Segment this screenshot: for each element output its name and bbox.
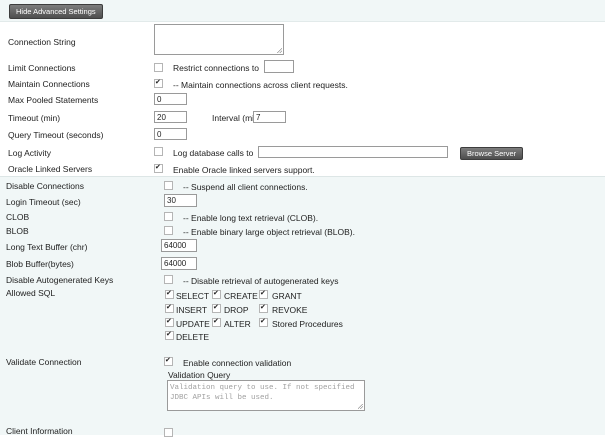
limit-connections-label: Limit Connections [8, 63, 76, 73]
oracle-linked-servers-desc: Enable Oracle linked servers support. [173, 165, 315, 175]
sql-create-checkbox[interactable] [212, 290, 221, 299]
oracle-linked-servers-checkbox[interactable] [154, 164, 163, 173]
sql-revoke-label: REVOKE [272, 305, 308, 315]
validate-connection-desc: Enable connection validation [183, 358, 292, 368]
blob-label: BLOB [6, 226, 29, 236]
restrict-connections-input[interactable] [264, 60, 294, 73]
log-activity-label: Log Activity [8, 148, 51, 158]
sql-stored-procedures-label: Stored Procedures [272, 319, 343, 329]
sql-stored-procedures-checkbox[interactable] [259, 318, 268, 327]
hide-advanced-settings-button[interactable]: Hide Advanced Settings [9, 4, 103, 19]
client-information-label: Client Information [6, 426, 73, 436]
disable-connections-label: Disable Connections [6, 181, 84, 191]
clob-checkbox[interactable] [164, 212, 173, 221]
blob-buffer-input[interactable]: 64000 [161, 257, 197, 270]
sql-grant-checkbox[interactable] [259, 290, 268, 299]
long-text-buffer-input[interactable]: 64000 [161, 239, 197, 252]
limit-connections-checkbox[interactable] [154, 63, 163, 72]
long-text-buffer-label: Long Text Buffer (chr) [6, 242, 88, 252]
sql-delete-checkbox[interactable] [165, 331, 174, 340]
timeout-label: Timeout (min) [8, 113, 61, 123]
blob-desc: -- Enable binary large object retrieval … [183, 227, 355, 237]
sql-insert-label: INSERT [176, 305, 208, 315]
sql-select-label: SELECT [176, 291, 210, 301]
sql-drop-label: DROP [224, 305, 249, 315]
blob-buffer-label: Blob Buffer(bytes) [6, 259, 74, 269]
allowed-sql-label: Allowed SQL [6, 288, 56, 298]
blob-checkbox[interactable] [164, 226, 173, 235]
connection-string-textarea[interactable] [154, 24, 284, 55]
sql-grant-label: GRANT [272, 291, 302, 301]
sql-delete-label: DELETE [176, 332, 210, 342]
clob-desc: -- Enable long text retrieval (CLOB). [183, 213, 319, 223]
disable-connections-checkbox[interactable] [164, 181, 173, 190]
oracle-linked-servers-label: Oracle Linked Servers [8, 164, 93, 174]
validation-query-label: Validation Query [168, 370, 231, 380]
sql-select-checkbox[interactable] [165, 290, 174, 299]
disable-autogenerated-keys-desc: -- Disable retrieval of autogenerated ke… [183, 276, 339, 286]
timeout-input[interactable]: 20 [154, 111, 187, 123]
login-timeout-input[interactable]: 30 [164, 194, 197, 207]
query-timeout-label: Query Timeout (seconds) [8, 130, 104, 140]
sql-alter-checkbox[interactable] [212, 318, 221, 327]
maintain-connections-desc: -- Maintain connections across client re… [173, 80, 348, 90]
sql-revoke-checkbox[interactable] [259, 304, 268, 313]
validate-connection-checkbox[interactable] [164, 357, 173, 366]
sql-drop-checkbox[interactable] [212, 304, 221, 313]
browse-server-button[interactable]: Browse Server [460, 147, 524, 160]
sql-create-label: CREATE [224, 291, 258, 301]
interval-input[interactable]: 7 [253, 111, 286, 123]
maintain-connections-label: Maintain Connections [8, 79, 90, 89]
sql-alter-label: ALTER [224, 319, 251, 329]
log-file-path-input[interactable] [258, 146, 448, 158]
disable-autogenerated-keys-checkbox[interactable] [164, 275, 173, 284]
connection-string-label: Connection String [8, 37, 76, 47]
maintain-connections-checkbox[interactable] [154, 79, 163, 88]
sql-update-label: UPDATE [176, 319, 210, 329]
validation-query-textarea[interactable]: Validation query to use. If not specifie… [167, 380, 365, 411]
login-timeout-label: Login Timeout (sec) [6, 197, 81, 207]
resize-grip-icon[interactable] [277, 48, 282, 53]
max-pooled-statements-label: Max Pooled Statements [8, 95, 99, 105]
sql-insert-checkbox[interactable] [165, 304, 174, 313]
disable-autogenerated-keys-label: Disable Autogenerated Keys [6, 275, 114, 285]
query-timeout-input[interactable]: 0 [154, 128, 187, 140]
log-activity-checkbox[interactable] [154, 147, 163, 156]
resize-grip-icon[interactable] [358, 404, 363, 409]
sql-update-checkbox[interactable] [165, 318, 174, 327]
log-database-calls-label: Log database calls to [173, 148, 254, 158]
clob-label: CLOB [6, 212, 30, 222]
max-pooled-statements-input[interactable]: 0 [154, 93, 187, 105]
validate-connection-label: Validate Connection [6, 357, 82, 367]
disable-connections-desc: -- Suspend all client connections. [183, 182, 308, 192]
client-information-checkbox[interactable] [164, 428, 173, 437]
top-bar: Hide Advanced Settings [0, 0, 605, 22]
restrict-connections-label: Restrict connections to [173, 63, 259, 73]
